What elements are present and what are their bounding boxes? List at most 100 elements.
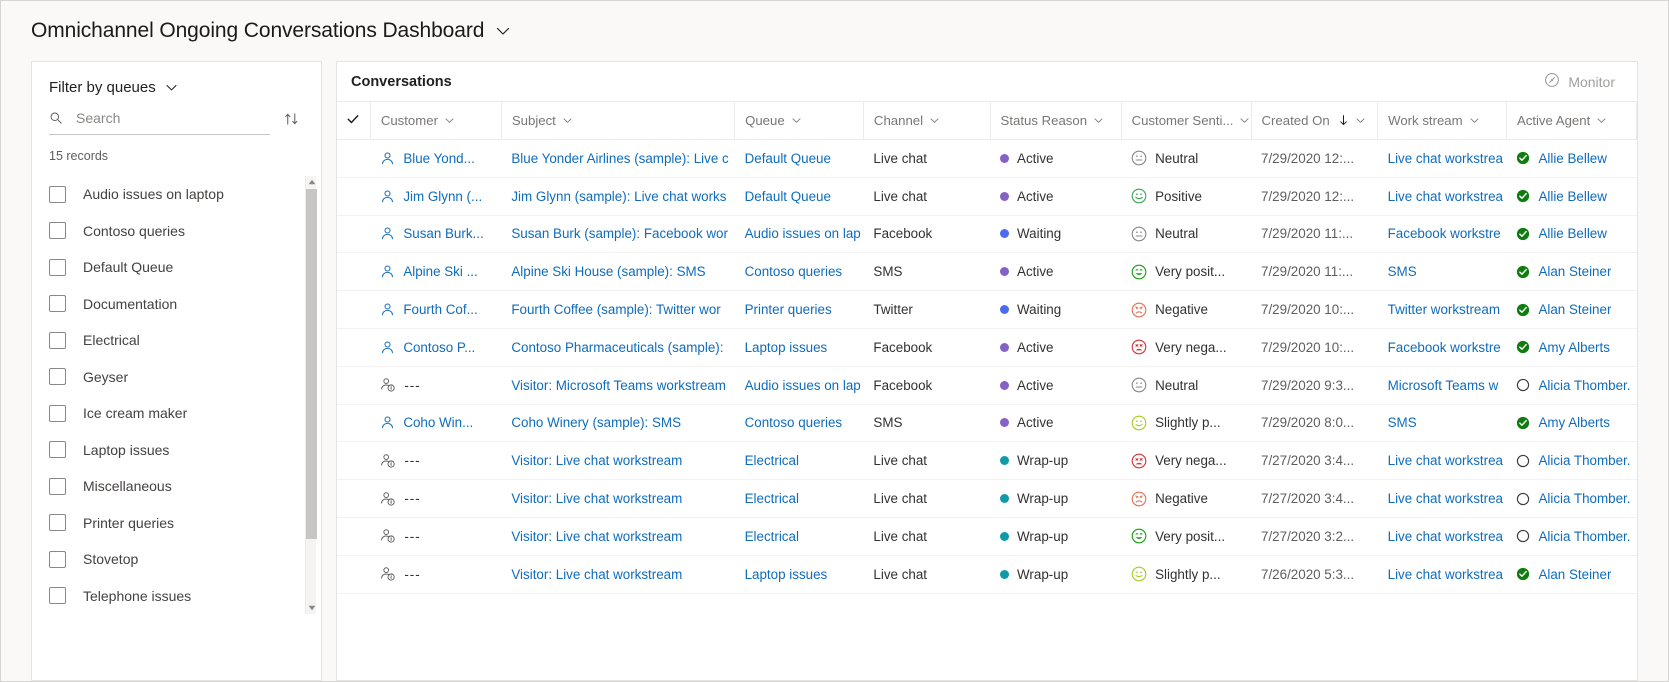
active-agent-name[interactable]: Allie Bellew [1538, 226, 1606, 241]
queue-filter-item[interactable]: Miscellaneous [32, 468, 321, 505]
queue-cell[interactable]: Audio issues on lap [734, 215, 864, 254]
work-stream-cell[interactable]: Live chat workstrea [1377, 517, 1507, 556]
table-row[interactable]: --- Visitor: Microsoft Teams workstream Au… [337, 366, 1637, 405]
active-agent-name[interactable]: Allie Bellew [1538, 189, 1606, 204]
work-stream-link[interactable]: Live chat workstrea [1388, 151, 1503, 166]
customer-cell[interactable]: Alpine Ski ... [370, 252, 502, 292]
active-agent-cell[interactable]: Alan Steiner [1506, 290, 1637, 329]
queue-filter-item[interactable]: Electrical [32, 322, 321, 359]
active-agent-cell[interactable]: Alan Steiner [1506, 252, 1637, 292]
row-select-cell[interactable] [337, 441, 371, 481]
customer-name[interactable]: --- [404, 491, 420, 506]
active-agent-name[interactable]: Alicia Thomber. [1538, 529, 1630, 544]
subject-cell[interactable]: Visitor: Microsoft Teams workstream [501, 366, 735, 405]
active-agent-cell[interactable]: Allie Bellew [1506, 215, 1637, 254]
queue-link[interactable]: Electrical [745, 453, 799, 468]
chevron-down-icon[interactable] [562, 115, 573, 126]
sort-descending-icon[interactable] [1338, 114, 1349, 127]
queue-link[interactable]: Audio issues on lap [745, 226, 861, 241]
queue-checkbox[interactable] [49, 295, 66, 313]
queue-filter-item[interactable]: Default Queue [32, 249, 321, 286]
active-agent-cell[interactable]: Alicia Thomber. [1506, 366, 1637, 405]
table-row[interactable]: Fourth Cof... Fourth Coffee (sample): Twi… [337, 290, 1637, 329]
subject-cell[interactable]: Coho Winery (sample): SMS [501, 404, 735, 443]
chevron-down-icon[interactable] [495, 23, 511, 39]
subject-cell[interactable]: Visitor: Live chat workstream [501, 555, 735, 594]
queue-filter-item[interactable]: Documentation [32, 286, 321, 323]
subject-link[interactable]: Contoso Pharmaceuticals (sample): [511, 340, 723, 355]
customer-cell[interactable]: Susan Burk... [370, 215, 502, 254]
queue-link[interactable]: Default Queue [745, 189, 831, 204]
customer-cell[interactable]: --- [370, 555, 502, 594]
queue-filter-item[interactable]: Ice cream maker [32, 395, 321, 432]
work-stream-cell[interactable]: Live chat workstrea [1377, 441, 1507, 481]
subject-link[interactable]: Visitor: Live chat workstream [511, 529, 682, 544]
customer-cell[interactable]: Coho Win... [370, 404, 502, 443]
queue-link[interactable]: Laptop issues [745, 340, 828, 355]
customer-name[interactable]: Fourth Cof... [403, 302, 477, 317]
customer-name[interactable]: Contoso P... [403, 340, 475, 355]
active-agent-cell[interactable]: Allie Bellew [1506, 177, 1637, 216]
table-row[interactable]: Contoso P... Contoso Pharmaceuticals (sam… [337, 328, 1637, 367]
queue-checkbox[interactable] [49, 331, 66, 349]
subject-link[interactable]: Jim Glynn (sample): Live chat works [511, 189, 726, 204]
queue-checkbox[interactable] [49, 441, 66, 459]
chevron-down-icon[interactable] [165, 81, 178, 94]
row-select-cell[interactable] [337, 555, 371, 594]
table-row[interactable]: Susan Burk... Susan Burk (sample): Facebo… [337, 215, 1637, 254]
active-agent-cell[interactable]: Alicia Thomber. [1506, 479, 1637, 518]
queue-cell[interactable]: Contoso queries [734, 252, 864, 292]
subject-cell[interactable]: Fourth Coffee (sample): Twitter wor [501, 290, 735, 329]
subject-link[interactable]: Visitor: Live chat workstream [511, 567, 682, 582]
work-stream-cell[interactable]: SMS [1377, 404, 1507, 443]
work-stream-cell[interactable]: Twitter workstream [1377, 290, 1507, 329]
chevron-down-icon[interactable] [1355, 115, 1366, 126]
work-stream-link[interactable]: Microsoft Teams w [1388, 378, 1499, 393]
customer-name[interactable]: Susan Burk... [403, 226, 483, 241]
work-stream-cell[interactable]: Facebook workstre [1377, 328, 1507, 367]
subject-link[interactable]: Visitor: Live chat workstream [511, 491, 682, 506]
work-stream-link[interactable]: Live chat workstrea [1388, 453, 1503, 468]
row-select-cell[interactable] [337, 177, 371, 216]
customer-cell[interactable]: --- [370, 366, 502, 405]
sort-ascending-descending-icon[interactable] [284, 111, 299, 133]
customer-cell[interactable]: --- [370, 479, 502, 518]
chevron-down-icon[interactable] [1239, 115, 1250, 126]
table-row[interactable]: Blue Yond... Blue Yonder Airlines (sample… [337, 139, 1637, 178]
row-select-cell[interactable] [337, 404, 371, 443]
subject-link[interactable]: Coho Winery (sample): SMS [511, 415, 681, 430]
customer-name[interactable]: Coho Win... [403, 415, 473, 430]
table-row[interactable]: --- Visitor: Live chat workstream Electric… [337, 479, 1637, 518]
work-stream-link[interactable]: Live chat workstrea [1388, 189, 1503, 204]
queue-checkbox[interactable] [49, 222, 66, 240]
queue-checkbox[interactable] [49, 550, 66, 568]
queue-link[interactable]: Laptop issues [745, 567, 828, 582]
table-row[interactable]: --- Visitor: Live chat workstream Laptop i… [337, 555, 1637, 594]
row-select-cell[interactable] [337, 215, 371, 254]
table-row[interactable]: --- Visitor: Live chat workstream Electric… [337, 517, 1637, 556]
chevron-down-icon[interactable] [929, 115, 940, 126]
subject-link[interactable]: Susan Burk (sample): Facebook wor [511, 226, 728, 241]
table-row[interactable]: Alpine Ski ... Alpine Ski House (sample):… [337, 252, 1637, 292]
customer-cell[interactable]: Jim Glynn (... [370, 177, 502, 216]
chevron-down-icon[interactable] [1093, 115, 1104, 126]
work-stream-link[interactable]: Live chat workstrea [1388, 529, 1503, 544]
table-row[interactable]: Coho Win... Coho Winery (sample): SMS Cont… [337, 404, 1637, 443]
work-stream-link[interactable]: Live chat workstrea [1388, 567, 1503, 582]
column-header-work-stream[interactable]: Work stream [1377, 101, 1507, 140]
subject-link[interactable]: Blue Yonder Airlines (sample): Live c [511, 151, 728, 166]
column-header-channel[interactable]: Channel [863, 101, 991, 140]
work-stream-link[interactable]: SMS [1388, 415, 1417, 430]
queue-filter-item[interactable]: Laptop issues [32, 432, 321, 469]
chevron-down-icon[interactable] [1596, 115, 1607, 126]
work-stream-cell[interactable]: Facebook workstre [1377, 215, 1507, 254]
row-select-cell[interactable] [337, 139, 371, 178]
active-agent-cell[interactable]: Alan Steiner [1506, 555, 1637, 594]
subject-cell[interactable]: Blue Yonder Airlines (sample): Live c [501, 139, 735, 178]
queue-filter-item[interactable]: Printer queries [32, 505, 321, 542]
queue-cell[interactable]: Default Queue [734, 177, 864, 216]
active-agent-cell[interactable]: Alicia Thomber. [1506, 517, 1637, 556]
queue-link[interactable]: Electrical [745, 529, 799, 544]
subject-cell[interactable]: Alpine Ski House (sample): SMS [501, 252, 735, 292]
active-agent-cell[interactable]: Allie Bellew [1506, 139, 1637, 178]
